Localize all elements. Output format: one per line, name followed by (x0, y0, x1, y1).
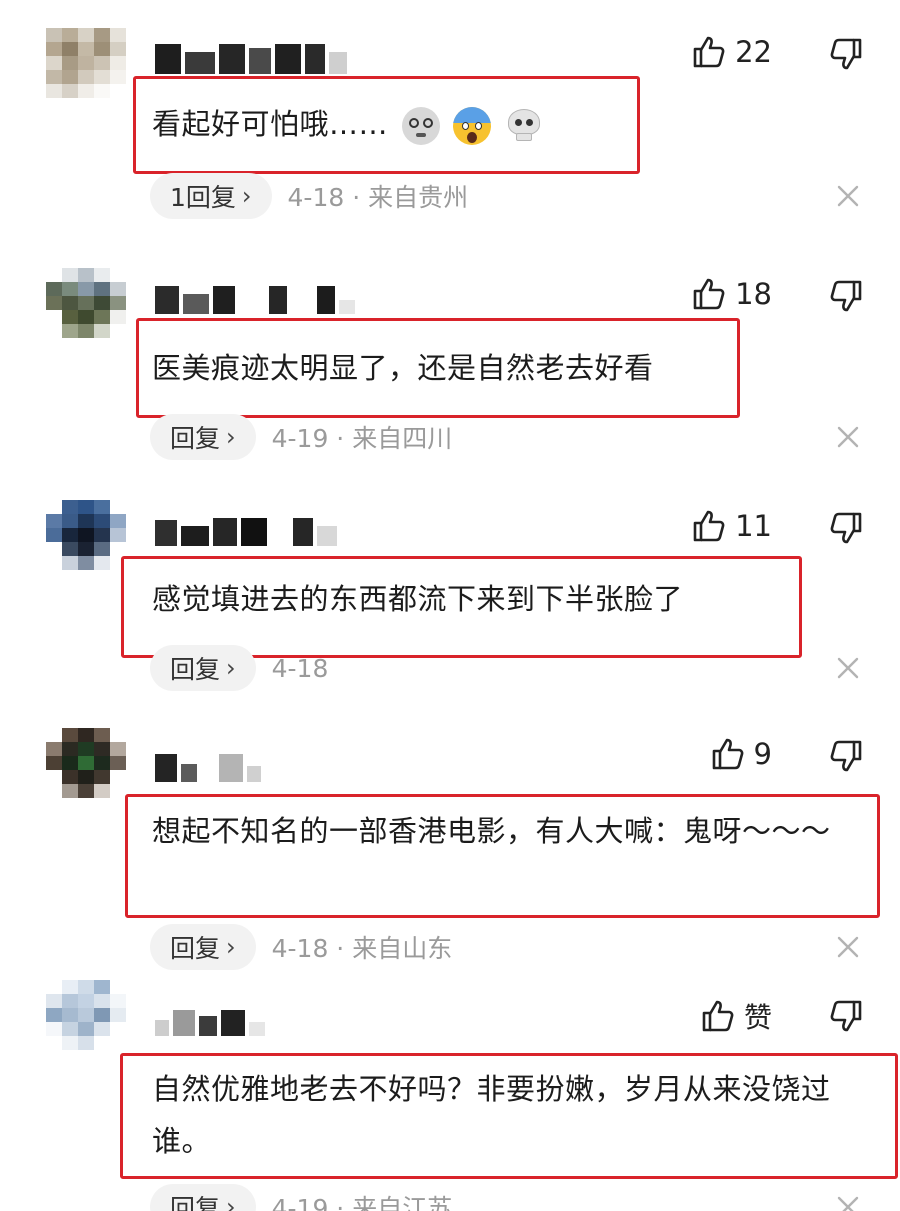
like-count: 赞 (743, 1001, 772, 1034)
dislike-button[interactable] (828, 278, 864, 314)
timestamp-location: 4-19 · 来自四川 (271, 424, 453, 453)
comment-text: 感觉填进去的东西都流下来到下半张脸了 (152, 582, 684, 616)
comment-meta: 回复 › 4-19 · 来自江苏 (150, 1184, 452, 1211)
reply-button[interactable]: 1回复 › (150, 173, 272, 219)
like-button[interactable]: 11 (691, 508, 772, 544)
avatar[interactable] (46, 268, 126, 338)
chevron-right-icon: › (226, 654, 236, 682)
thumbs-up-icon (693, 510, 725, 542)
thumbs-down-icon (830, 280, 862, 312)
comment-text: 医美痕迹太明显了，还是自然老去好看 (152, 351, 654, 385)
reply-button[interactable]: 回复 › (150, 924, 256, 970)
screaming-face-emoji (453, 107, 492, 145)
timestamp-location: 4-18 · 来自山东 (271, 934, 453, 963)
username[interactable] (155, 512, 337, 546)
comment-text: 想起不知名的一部香港电影，有人大喊：鬼呀～～～ (152, 814, 831, 848)
reply-button[interactable]: 回复 › (150, 645, 256, 691)
thumbs-down-icon (830, 1000, 862, 1032)
chevron-right-icon: › (241, 182, 252, 210)
thumbs-up-icon (702, 1000, 734, 1032)
like-count: 11 (735, 509, 772, 543)
timestamp-location: 4-18 · 来自贵州 (287, 183, 469, 212)
thumbs-down-icon (830, 740, 862, 772)
like-count: 18 (735, 277, 772, 311)
like-count: 22 (735, 35, 772, 69)
dislike-button[interactable] (828, 36, 864, 72)
chevron-right-icon: › (226, 423, 236, 451)
avatar[interactable] (46, 728, 126, 798)
dislike-button[interactable] (828, 998, 864, 1034)
username[interactable] (155, 40, 347, 74)
dislike-button[interactable] (828, 510, 864, 546)
skull-emoji (505, 107, 543, 145)
thumbs-up-icon (693, 278, 725, 310)
chevron-right-icon: › (226, 1193, 236, 1211)
thumbs-up-icon (712, 738, 743, 770)
timestamp-location: 4-18 (271, 653, 329, 683)
comment-meta: 回复 › 4-18 (150, 645, 328, 691)
username[interactable] (155, 1002, 265, 1036)
thumbs-down-icon (830, 38, 862, 70)
reply-button[interactable]: 回复 › (150, 1184, 256, 1211)
like-button[interactable]: 18 (691, 276, 772, 312)
username[interactable] (155, 280, 355, 314)
comment-text: 自然优雅地老去不好吗？非要扮嫩，岁月从来没饶过谁。 (152, 1072, 831, 1158)
like-count: 9 (753, 737, 772, 771)
username[interactable] (155, 748, 261, 782)
dislike-button[interactable] (828, 738, 864, 774)
close-icon[interactable] (834, 933, 862, 961)
close-icon[interactable] (834, 654, 862, 682)
comment-meta: 回复 › 4-19 · 来自四川 (150, 414, 452, 460)
timestamp-location: 4-19 · 来自江苏 (271, 1194, 453, 1211)
like-button[interactable]: 22 (691, 34, 772, 70)
avatar[interactable] (46, 500, 126, 570)
close-icon[interactable] (834, 1193, 862, 1211)
like-button[interactable]: 9 (710, 736, 772, 772)
avatar[interactable] (46, 980, 126, 1050)
thumbs-down-icon (830, 512, 862, 544)
eyes-spiral-emoji (401, 107, 440, 145)
close-icon[interactable] (834, 423, 862, 451)
comment-meta: 回复 › 4-18 · 来自山东 (150, 924, 452, 970)
comment-meta: 1回复 › 4-18 · 来自贵州 (150, 173, 468, 219)
avatar[interactable] (46, 28, 126, 98)
thumbs-up-icon (693, 36, 725, 68)
close-icon[interactable] (834, 182, 862, 210)
chevron-right-icon: › (226, 933, 236, 961)
reply-button[interactable]: 回复 › (150, 414, 256, 460)
comment-text: 看起好可怕哦…… (152, 98, 867, 150)
like-button[interactable]: 赞 (700, 996, 772, 1036)
